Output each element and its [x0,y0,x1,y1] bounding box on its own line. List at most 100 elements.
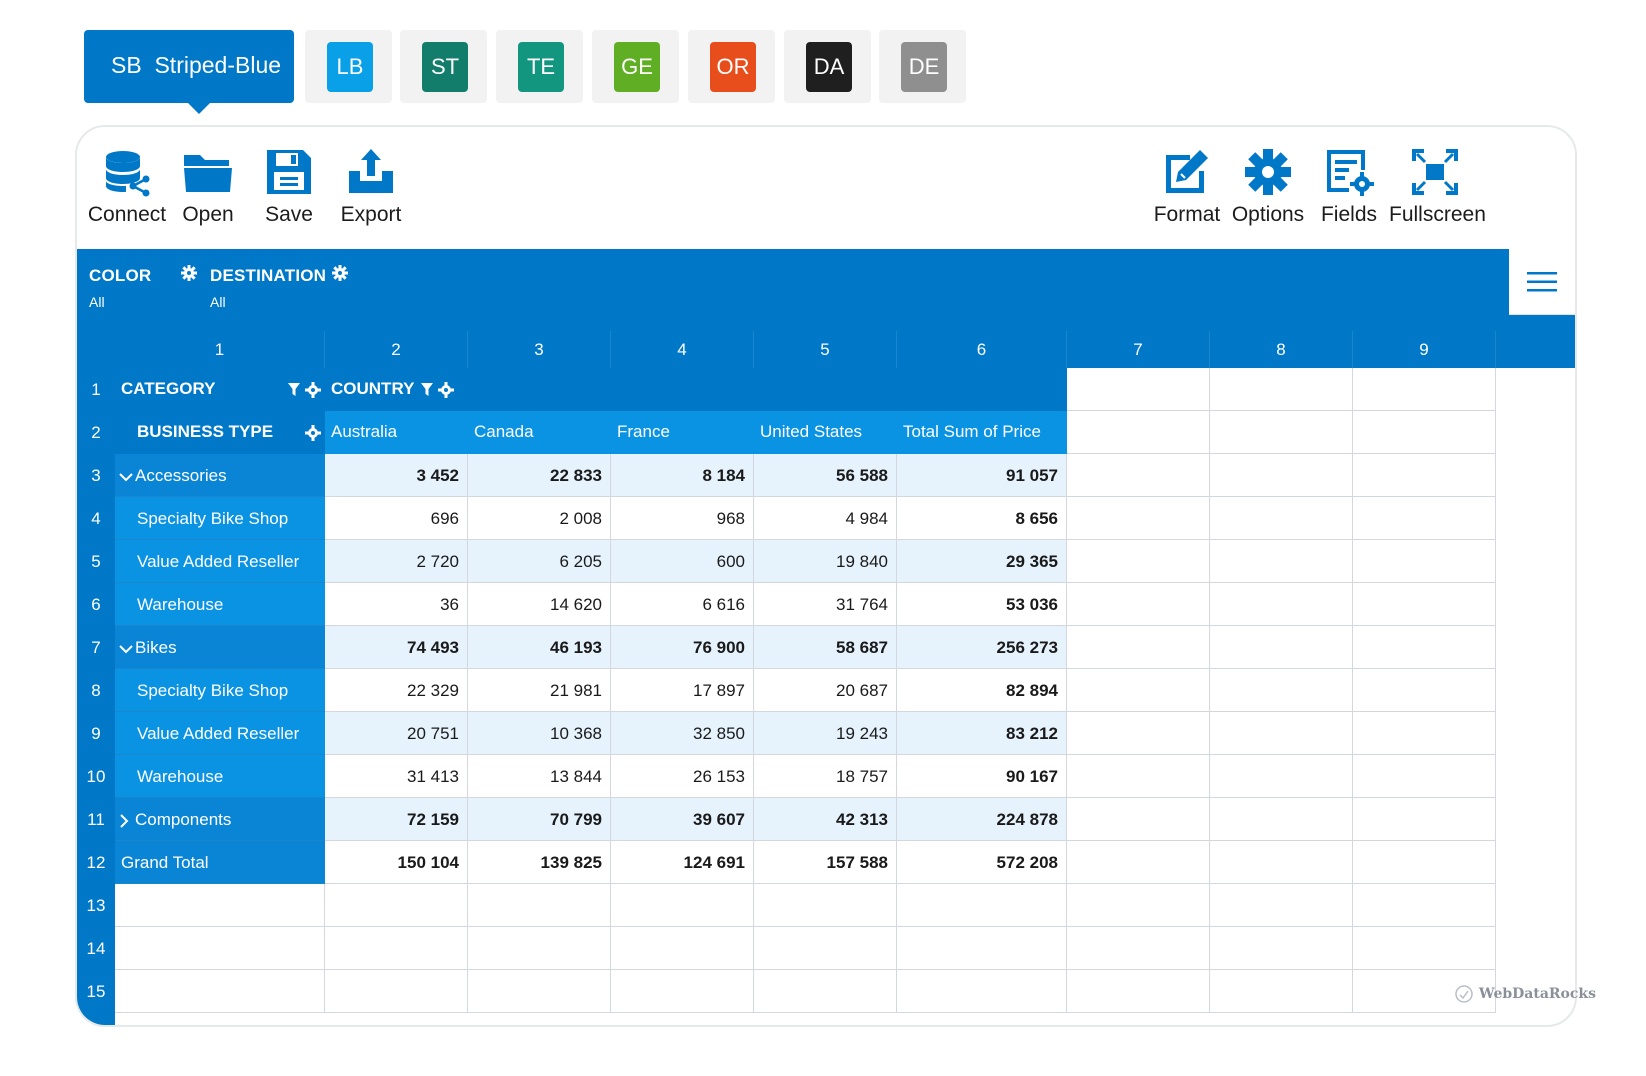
business-type-header[interactable]: BUSINESS TYPE [137,411,321,453]
value-cell[interactable]: 150 104 [325,841,468,884]
value-cell[interactable]: 2 008 [468,497,611,540]
category-row-header[interactable]: Components [115,798,325,841]
value-cell[interactable]: 46 193 [468,626,611,669]
value-cell[interactable]: 968 [611,497,754,540]
value-cell[interactable]: 19 840 [754,540,897,583]
value-cell[interactable]: 31 413 [325,755,468,798]
business-type-row-header[interactable]: Specialty Bike Shop [115,669,325,712]
grid-menu-button[interactable] [1509,249,1575,315]
empty-cell[interactable] [325,970,468,1013]
value-cell[interactable]: 26 153 [611,755,754,798]
filter-gear-icons[interactable] [287,368,321,410]
empty-cell[interactable] [1210,540,1353,583]
empty-cell[interactable] [897,884,1067,927]
empty-cell[interactable] [1210,626,1353,669]
value-cell[interactable]: 13 844 [468,755,611,798]
empty-cell[interactable] [611,970,754,1013]
value-cell[interactable]: 74 493 [325,626,468,669]
value-cell[interactable]: 2 720 [325,540,468,583]
business-type-row-header[interactable]: Value Added Reseller [115,540,325,583]
theme-tab-te[interactable]: TE [496,30,583,103]
value-cell[interactable]: 6 616 [611,583,754,626]
filter-color[interactable]: COLOR All [89,265,198,310]
empty-cell[interactable] [468,970,611,1013]
empty-cell[interactable] [1067,841,1210,884]
empty-cell[interactable] [897,927,1067,970]
business-type-row-header[interactable]: Specialty Bike Shop [115,497,325,540]
empty-cell[interactable] [1067,540,1210,583]
empty-cell[interactable] [1353,755,1496,798]
value-cell[interactable]: 8 656 [897,497,1067,540]
value-cell[interactable]: 696 [325,497,468,540]
empty-cell[interactable] [1067,497,1210,540]
empty-cell[interactable] [1067,927,1210,970]
empty-cell[interactable] [1353,841,1496,884]
value-cell[interactable]: 31 764 [754,583,897,626]
empty-cell[interactable] [1067,755,1210,798]
value-cell[interactable]: 8 184 [611,454,754,497]
country-header[interactable]: COUNTRY [331,368,455,410]
empty-cell[interactable] [115,884,325,927]
empty-cell[interactable] [1210,411,1353,454]
value-cell[interactable]: 572 208 [897,841,1067,884]
empty-cell[interactable] [1210,884,1353,927]
value-cell[interactable]: 82 894 [897,669,1067,712]
filter-destination[interactable]: DESTINATION All [210,265,349,310]
value-cell[interactable]: 20 751 [325,712,468,755]
value-cell[interactable]: 22 329 [325,669,468,712]
empty-cell[interactable] [1067,884,1210,927]
save-button[interactable]: Save [243,147,335,239]
empty-cell[interactable] [1353,454,1496,497]
empty-cell[interactable] [1353,497,1496,540]
empty-cell[interactable] [325,927,468,970]
value-cell[interactable]: 91 057 [897,454,1067,497]
empty-cell[interactable] [1067,798,1210,841]
value-cell[interactable]: 76 900 [611,626,754,669]
value-cell[interactable]: 36 [325,583,468,626]
empty-cell[interactable] [1353,884,1496,927]
country-column-header[interactable]: Total Sum of Price [903,411,1041,453]
gear-icon[interactable] [181,265,198,286]
theme-tab-de[interactable]: DE [879,30,966,103]
value-cell[interactable]: 58 687 [754,626,897,669]
empty-cell[interactable] [754,927,897,970]
empty-cell[interactable] [1210,798,1353,841]
theme-tab-st[interactable]: ST [400,30,487,103]
value-cell[interactable]: 18 757 [754,755,897,798]
business-type-row-header[interactable]: Warehouse [115,583,325,626]
empty-cell[interactable] [754,884,897,927]
value-cell[interactable]: 70 799 [468,798,611,841]
empty-cell[interactable] [611,927,754,970]
empty-cell[interactable] [754,970,897,1013]
theme-tab-lb[interactable]: LB [305,30,392,103]
gear-icon[interactable] [305,411,321,453]
value-cell[interactable]: 39 607 [611,798,754,841]
value-cell[interactable]: 53 036 [897,583,1067,626]
empty-cell[interactable] [1067,583,1210,626]
empty-cell[interactable] [468,884,611,927]
options-button[interactable]: Options [1222,147,1314,239]
format-button[interactable]: Format [1141,147,1233,239]
category-row-header[interactable]: Accessories [115,454,325,497]
business-type-row-header[interactable]: Value Added Reseller [115,712,325,755]
empty-cell[interactable] [325,884,468,927]
gear-icon[interactable] [332,265,349,286]
empty-cell[interactable] [1353,927,1496,970]
value-cell[interactable]: 139 825 [468,841,611,884]
value-cell[interactable]: 20 687 [754,669,897,712]
theme-tab-da[interactable]: DA [784,30,871,103]
chevron-down-icon[interactable] [119,626,135,669]
value-cell[interactable]: 4 984 [754,497,897,540]
empty-cell[interactable] [1353,712,1496,755]
empty-cell[interactable] [1067,411,1210,454]
theme-tab-or[interactable]: OR [688,30,775,103]
empty-cell[interactable] [1210,970,1353,1013]
fields-button[interactable]: Fields [1303,147,1395,239]
export-button[interactable]: Export [325,147,417,239]
empty-cell[interactable] [1210,927,1353,970]
country-column-header[interactable]: Canada [474,411,534,453]
empty-cell[interactable] [1067,454,1210,497]
empty-cell[interactable] [1067,368,1210,411]
value-cell[interactable]: 21 981 [468,669,611,712]
theme-tab-sb[interactable]: SB Striped-Blue [84,30,294,114]
